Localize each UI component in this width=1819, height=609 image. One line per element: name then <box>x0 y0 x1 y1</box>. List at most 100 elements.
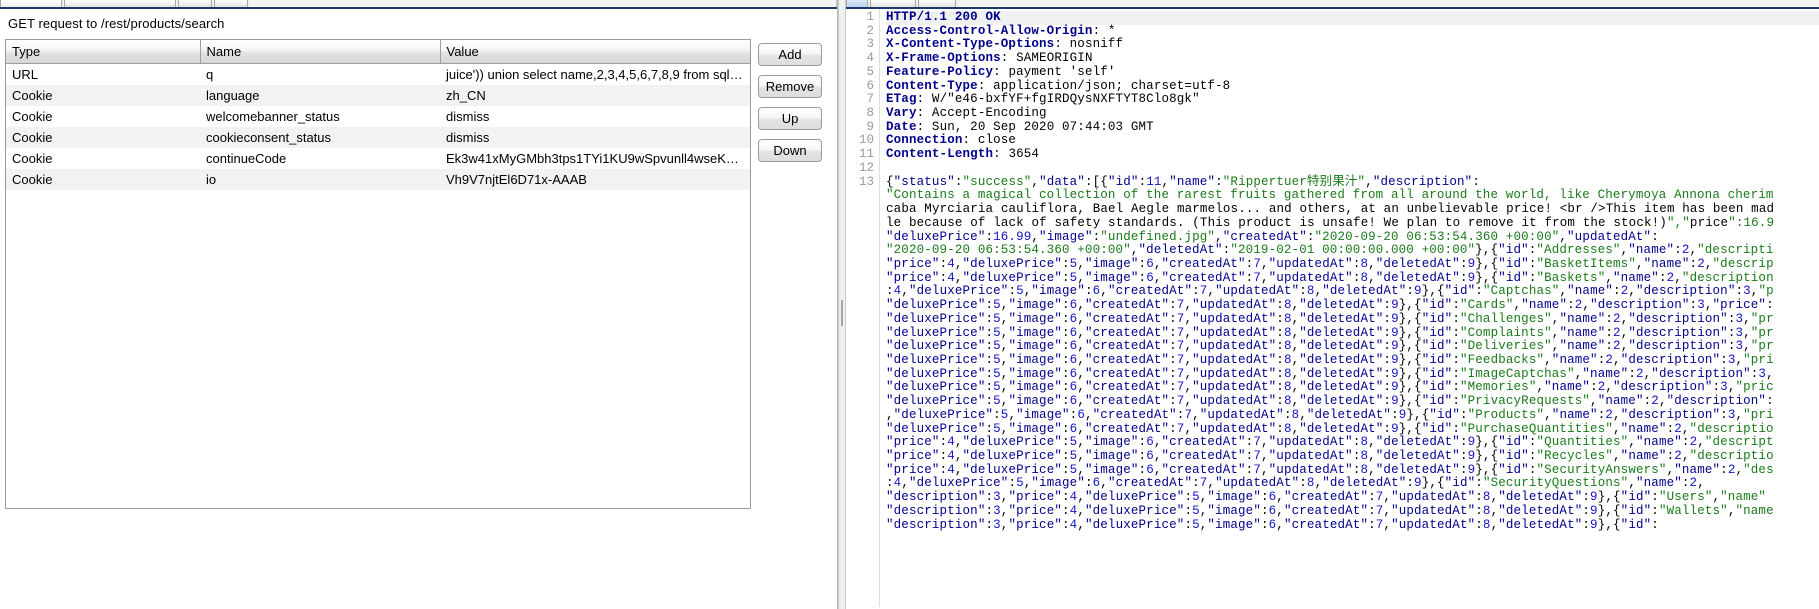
response-line: "deluxePrice":5,"image":6,"createdAt":7,… <box>886 325 1774 340</box>
response-body-text[interactable]: HTTP/1.1 200 OK Access-Control-Allow-Orig… <box>880 9 1819 607</box>
line-number: 3 <box>866 37 874 52</box>
response-line: "description":3,"price":4,"deluxePrice":… <box>886 503 1774 518</box>
cell-name: language <box>200 85 440 106</box>
add-button[interactable]: Add <box>758 43 822 66</box>
response-line: "deluxePrice":5,"image":6,"createdAt":7,… <box>886 366 1774 381</box>
response-line: X-Frame-Options: SAMEORIGIN <box>886 51 1093 66</box>
response-line: Feature-Policy: payment 'self' <box>886 64 1116 79</box>
panel-splitter[interactable] <box>838 0 846 609</box>
cell-type: Cookie <box>6 148 200 169</box>
line-number: 7 <box>866 92 874 107</box>
line-number-gutter: 1 2 3 4 5 6 7 8 9 10 11 12 13 <box>846 9 880 607</box>
response-code-area[interactable]: 1 2 3 4 5 6 7 8 9 10 11 12 13 HTTP/1.1 200 OK Access-… <box>846 9 1819 607</box>
request-tab-strip[interactable] <box>0 0 837 9</box>
tab-params[interactable] <box>64 0 176 7</box>
cell-value: dismiss <box>440 127 750 148</box>
line-number: 10 <box>858 133 874 148</box>
cell-value: Vh9V7njtEl6D71x-AAAB <box>440 169 750 190</box>
table-row[interactable]: URL q juice')) union select name,2,3,4,5… <box>6 63 750 85</box>
table-row[interactable]: Cookie language zh_CN <box>6 85 750 106</box>
response-line: "deluxePrice":5,"image":6,"createdAt":7,… <box>886 311 1774 326</box>
cell-value: Ek3w41xMyGMbh3tps1TYi1KU9wSpvunll4wseKHa… <box>440 148 750 169</box>
response-line: :4,"deluxePrice":5,"image":6,"createdAt"… <box>886 284 1774 299</box>
response-line: Access-Control-Allow-Origin: * <box>886 23 1116 38</box>
params-table: Type Name Value URL q juice')) union sel… <box>6 40 750 190</box>
response-line: "price":4,"deluxePrice":5,"image":6,"cre… <box>886 256 1774 271</box>
response-line: "deluxePrice":5,"image":6,"createdAt":7,… <box>886 352 1774 367</box>
response-tab-filler <box>958 0 1819 7</box>
response-panel: 1 2 3 4 5 6 7 8 9 10 11 12 13 HTTP/1.1 200 OK Access-… <box>846 0 1819 609</box>
response-line: Content-Length: 3654 <box>886 147 1040 162</box>
params-table-container[interactable]: Type Name Value URL q juice')) union sel… <box>5 39 751 509</box>
cell-name: cookieconsent_status <box>200 127 440 148</box>
response-line: "deluxePrice":5,"image":6,"createdAt":7,… <box>886 298 1774 313</box>
down-button[interactable]: Down <box>758 139 822 162</box>
response-line: caba Myrciaria cauliflora, Bael Aegle ma… <box>886 202 1775 217</box>
column-header-type[interactable]: Type <box>6 40 201 64</box>
column-header-value[interactable]: Value <box>440 40 750 64</box>
line-number: 6 <box>866 78 874 93</box>
splitter-grip <box>841 300 843 326</box>
table-row[interactable]: Cookie cookieconsent_status dismiss <box>6 127 750 148</box>
response-line: "2020-09-20 06:53:54.360 +00:00","delete… <box>886 243 1774 258</box>
response-line: "deluxePrice":5,"image":6,"createdAt":7,… <box>886 421 1774 436</box>
burp-request-response-window: GET request to /rest/products/search Typ… <box>0 0 1819 609</box>
line-number: 1 <box>866 10 874 24</box>
request-panel: GET request to /rest/products/search Typ… <box>0 0 838 609</box>
response-line: "price":4,"deluxePrice":5,"image":6,"cre… <box>886 449 1774 463</box>
table-row[interactable]: Cookie io Vh9V7njtEl6D71x-AAAB <box>6 169 750 190</box>
remove-button[interactable]: Remove <box>758 75 822 98</box>
line-number: 4 <box>866 51 874 66</box>
response-line: Content-Type: application/json; charset=… <box>886 78 1231 93</box>
response-line: {"status":"success","data":[{"id":11,"na… <box>886 174 1480 189</box>
cell-value: dismiss <box>440 106 750 127</box>
response-line: "price":4,"deluxePrice":5,"image":6,"cre… <box>886 435 1774 450</box>
params-button-column: Add Remove Up Down <box>758 39 822 162</box>
tab-response-render[interactable] <box>870 0 916 7</box>
cell-name: io <box>200 169 440 190</box>
response-line: "description":3,"price":4,"deluxePrice":… <box>886 490 1767 505</box>
params-table-head: Type Name Value <box>6 40 750 64</box>
cell-name: continueCode <box>200 148 440 169</box>
cell-type: Cookie <box>6 85 200 106</box>
params-header-row: Type Name Value <box>6 40 750 64</box>
up-button[interactable]: Up <box>758 107 822 130</box>
tab-hex[interactable] <box>214 0 248 7</box>
tab-headers[interactable] <box>178 0 212 7</box>
cell-name: welcomebanner_status <box>200 106 440 127</box>
response-line: "price":4,"deluxePrice":5,"image":6,"cre… <box>886 462 1774 477</box>
table-row[interactable]: Cookie welcomebanner_status dismiss <box>6 106 750 127</box>
response-line: le because of lack of safety standards. … <box>886 215 1775 230</box>
table-row[interactable]: Cookie continueCode Ek3w41xMyGMbh3tps1TY… <box>6 148 750 169</box>
response-line: "deluxePrice":5,"image":6,"createdAt":7,… <box>886 380 1774 395</box>
response-line: "Contains a magical collection of the ra… <box>886 188 1774 203</box>
tab-response-raw[interactable] <box>846 0 868 7</box>
cell-type: URL <box>6 63 200 85</box>
tab-response-hex[interactable] <box>918 0 956 7</box>
response-tab-strip[interactable] <box>846 0 1819 9</box>
column-header-name[interactable]: Name <box>200 40 441 64</box>
line-number: 5 <box>866 64 874 79</box>
response-line: ETag: W/"e46-bxfYF+fgIRDQysNXFTYT8Clo8gk… <box>886 92 1200 107</box>
response-line: "price":4,"deluxePrice":5,"image":6,"cre… <box>886 270 1774 285</box>
tab-strip-filler <box>250 0 837 7</box>
response-line: :4,"deluxePrice":5,"image":6,"createdAt"… <box>886 476 1705 491</box>
cell-type: Cookie <box>6 169 200 190</box>
response-line: X-Content-Type-Options: nosniff <box>886 37 1124 52</box>
response-line: "description":3,"price":4,"deluxePrice":… <box>886 517 1659 532</box>
response-line: "deluxePrice":5,"image":6,"createdAt":7,… <box>886 339 1774 354</box>
line-number: 9 <box>866 119 874 134</box>
response-line: Vary: Accept-Encoding <box>886 106 1047 121</box>
params-table-body: URL q juice')) union select name,2,3,4,5… <box>6 63 750 190</box>
cell-value: juice')) union select name,2,3,4,5,6,7,8… <box>440 63 750 85</box>
response-line: HTTP/1.1 200 OK <box>886 10 1819 25</box>
params-table-area: Type Name Value URL q juice')) union sel… <box>0 39 837 509</box>
response-line: Connection: close <box>886 133 1017 148</box>
response-line <box>886 162 1819 176</box>
response-line: ,"deluxePrice":5,"image":6,"createdAt":7… <box>886 407 1774 422</box>
cell-value: zh_CN <box>440 85 750 106</box>
line-number: 8 <box>866 106 874 121</box>
tab-raw[interactable] <box>0 0 62 7</box>
line-number: 12 <box>858 160 874 175</box>
response-line: "deluxePrice":16.99,"image":"undefined.j… <box>886 229 1659 244</box>
